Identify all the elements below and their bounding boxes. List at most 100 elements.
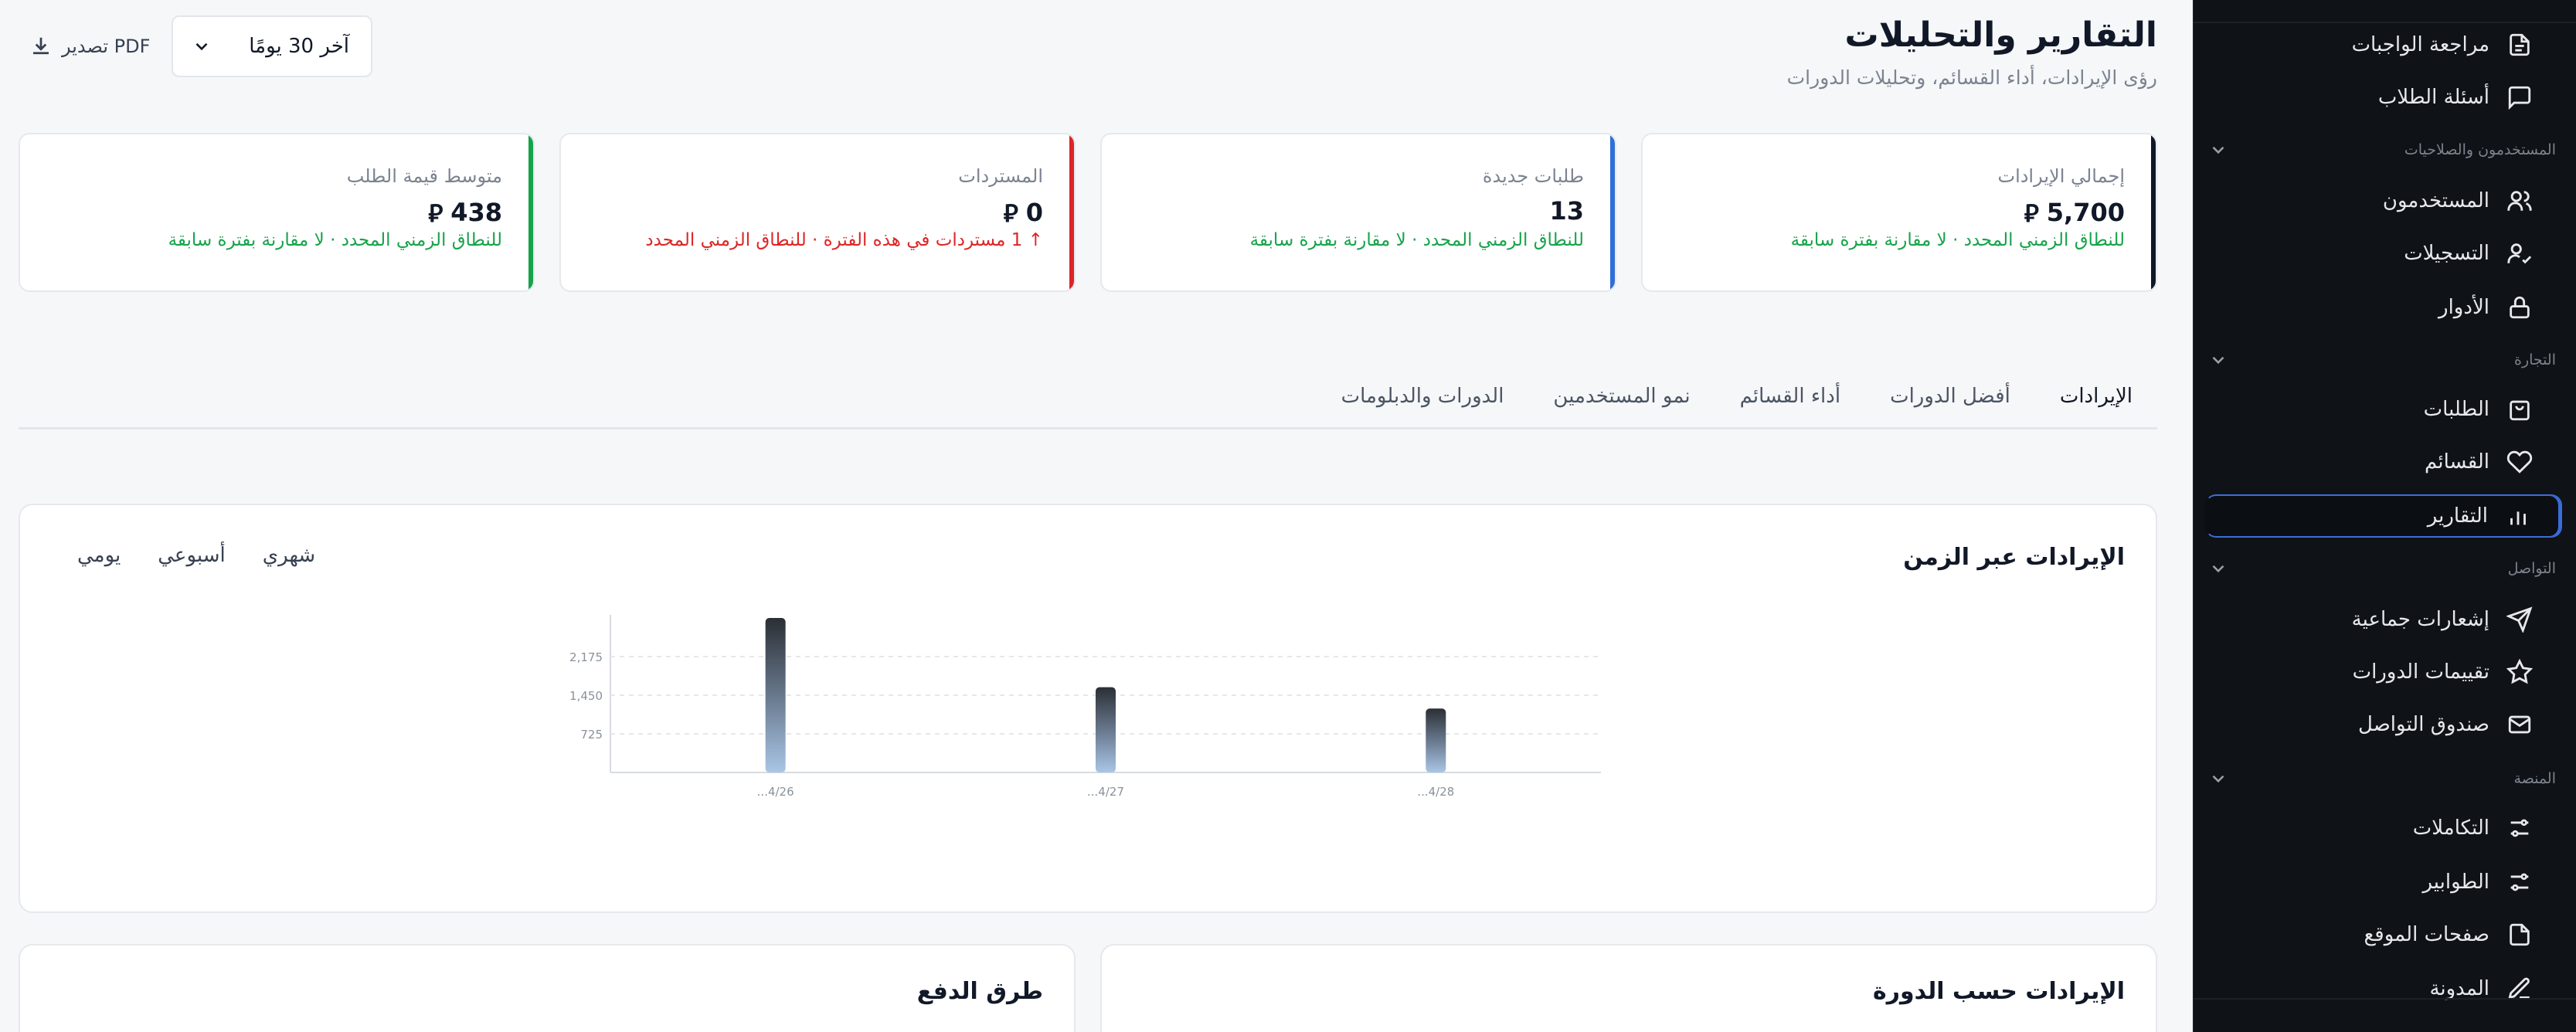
- chart-bar: [765, 618, 786, 772]
- kpi-value: 5,700 ⃁: [2024, 196, 2125, 229]
- kpi-note: للنطاق الزمني المحدد · لا مقارنة بفترة س…: [168, 230, 502, 250]
- sidebar-item-label: تقييمات الدورات: [2352, 660, 2489, 684]
- sidebar-section-commerce[interactable]: التجارة: [2208, 345, 2556, 375]
- kpi-note: للنطاق الزمني المحدد · لا مقارنة بفترة س…: [1790, 230, 2125, 250]
- tab-coupon-performance[interactable]: أداء القسائم: [1715, 369, 1865, 423]
- kpi-value-number: 13: [1549, 196, 1584, 226]
- kpi-note: للنطاق الزمني المحدد · لا مقارنة بفترة س…: [1249, 230, 1584, 250]
- panel-title: طرق الدفع: [916, 978, 1043, 1005]
- kpi-card-refunds: المستردات 0 ⃁ ↑ 1 مستردات في هذه الفترة …: [559, 133, 1076, 292]
- tab-user-growth[interactable]: نمو المستخدمين: [1528, 369, 1715, 423]
- tab-courses-diplomas[interactable]: الدورات والدبلومات: [1317, 369, 1529, 423]
- sidebar-item-label: الأدوار: [2438, 296, 2489, 319]
- kpi-accent-bar: [1069, 134, 1074, 290]
- report-tabs: الإيرادات أفضل الدورات أداء القسائم نمو …: [19, 369, 2157, 429]
- user-check-icon: [2507, 243, 2532, 264]
- sidebar-item-broadcasts[interactable]: إشعارات جماعية: [2205, 598, 2562, 641]
- kpi-note: ↑ 1 مستردات في هذه الفترة · للنطاق الزمن…: [645, 230, 1043, 250]
- kpi-label: المستردات: [958, 165, 1043, 187]
- shopping-bag-icon: [2510, 400, 2530, 421]
- kpi-value: 438 ⃁: [428, 196, 502, 229]
- sidebar-item-student-questions[interactable]: أسئلة الطلاب: [2205, 76, 2562, 119]
- sidebar-item-integrations[interactable]: التكاملات: [2205, 806, 2562, 850]
- file-icon: [2510, 923, 2530, 946]
- sidebar-item-coupons[interactable]: القسائم: [2205, 440, 2562, 484]
- heart-icon: [2506, 450, 2533, 474]
- chevron-down-icon: [2212, 565, 2224, 573]
- kpi-value-number: 5,700: [2046, 198, 2125, 227]
- sidebar-section-communication[interactable]: التواصل: [2208, 553, 2556, 584]
- sidebar-item-label: أسئلة الطلاب: [2377, 86, 2489, 109]
- y-tick-label: 2,175: [569, 650, 603, 664]
- sidebar-item-queues[interactable]: الطوابير: [2205, 861, 2562, 904]
- sidebar-section-label: المستخدمون والصلاحيات: [2404, 141, 2556, 158]
- kpi-value-number: 0: [1025, 198, 1043, 227]
- chart-bar: [1426, 708, 1446, 772]
- panel-title: الإيرادات حسب الدورة: [1873, 978, 2125, 1005]
- lock-icon: [2510, 296, 2530, 319]
- download-icon: [33, 37, 49, 55]
- sidebar-item-label: التقارير: [2427, 504, 2488, 528]
- sidebar-item-users[interactable]: المستخدمون: [2205, 179, 2562, 222]
- sidebar-section-platform[interactable]: المنصة: [2208, 763, 2556, 794]
- chevron-down-icon: [2212, 356, 2224, 365]
- revenue-over-time-panel: الإيرادات عبر الزمن يومي أسبوعي شهري 725…: [19, 504, 2157, 913]
- sidebar-item-roles[interactable]: الأدوار: [2205, 286, 2562, 329]
- sidebar-item-label: التسجيلات: [2404, 242, 2489, 265]
- kpi-card-total-revenue: إجمالي الإيرادات 5,700 ⃁ للنطاق الزمني ا…: [1641, 133, 2157, 292]
- kpi-value-number: 438: [450, 198, 502, 227]
- chart-bar: [1096, 687, 1116, 772]
- sidebar-item-contact-inbox[interactable]: صندوق التواصل: [2205, 703, 2562, 746]
- sidebar-item-enrollments[interactable]: التسجيلات: [2205, 232, 2562, 275]
- riyal-icon: ⃁: [1003, 199, 1018, 228]
- sidebar-item-label: إشعارات جماعية: [2351, 608, 2489, 631]
- sidebar-item-assignments-review[interactable]: مراجعة الواجبات: [2205, 23, 2562, 66]
- sidebar-item-label: المدونة: [2429, 977, 2489, 1000]
- kpi-label: متوسط قيمة الطلب: [346, 165, 502, 187]
- sidebar-section-label: المنصة: [2513, 770, 2556, 787]
- export-pdf-button[interactable]: PDF تصدير: [29, 28, 150, 65]
- users-icon: [2507, 191, 2532, 211]
- star-icon: [2506, 659, 2533, 684]
- file-icon: [2510, 33, 2530, 56]
- sidebar-item-orders[interactable]: الطلبات: [2205, 388, 2562, 431]
- date-range-select[interactable]: آخر 30 يومًا: [172, 15, 372, 77]
- sidebar: مراجعة الواجبات أسئلة الطلاب المستخدمون …: [2193, 0, 2576, 1032]
- sidebar-item-label: التكاملات: [2412, 816, 2489, 840]
- chevron-down-icon: [2212, 146, 2224, 154]
- mail-icon: [2508, 715, 2531, 734]
- x-tick-label: ...4/27: [1087, 785, 1124, 799]
- date-range-value: آخر 30 يومًا: [249, 35, 349, 58]
- kpi-value: 13: [1549, 196, 1584, 226]
- kpi-label: إجمالي الإيرادات: [1997, 165, 2125, 187]
- sidebar-section-users[interactable]: المستخدمون والصلاحيات: [2208, 134, 2556, 165]
- page-title: التقارير والتحليلات: [1844, 15, 2157, 55]
- sidebar-section-label: التواصل: [2507, 560, 2556, 577]
- main-content: التقارير والتحليلات رؤى الإيرادات، أداء …: [0, 0, 2193, 1032]
- riyal-icon: ⃁: [428, 199, 443, 228]
- tab-top-courses[interactable]: أفضل الدورات: [1865, 369, 2035, 423]
- sidebar-item-label: الطلبات: [2423, 398, 2489, 421]
- kpi-value: 0 ⃁: [1004, 196, 1043, 229]
- sidebar-divider: [2194, 998, 2576, 1000]
- sidebar-item-site-pages[interactable]: صفحات الموقع: [2205, 913, 2562, 956]
- sidebar-section-label: التجارة: [2514, 351, 2556, 368]
- x-tick-label: ...4/26: [757, 785, 794, 799]
- kpi-accent-bar: [2151, 134, 2156, 290]
- sidebar-item-course-reviews[interactable]: تقييمات الدورات: [2205, 650, 2562, 694]
- sidebar-item-blog[interactable]: المدونة: [2205, 967, 2562, 1010]
- sidebar-item-label: القسائم: [2425, 450, 2489, 474]
- tab-revenue[interactable]: الإيرادات: [2035, 369, 2157, 423]
- payment-methods-panel: طرق الدفع: [19, 944, 1076, 1032]
- chevron-down-icon: [2212, 775, 2224, 783]
- kpi-card-avg-order-value: متوسط قيمة الطلب 438 ⃁ للنطاق الزمني الم…: [19, 133, 535, 292]
- kpi-label: طلبات جديدة: [1482, 165, 1584, 187]
- chevron-down-icon: [195, 42, 208, 51]
- sidebar-item-label: صندوق التواصل: [2358, 713, 2489, 736]
- revenue-chart: 725 1,450 2,175 ...4/26 ...4/27 ...4/28: [569, 615, 1601, 799]
- bar-chart-icon: [2510, 511, 2526, 525]
- sidebar-item-reports[interactable]: التقارير: [2205, 494, 2562, 538]
- kpi-card-new-orders: طلبات جديدة 13 للنطاق الزمني المحدد · لا…: [1100, 133, 1616, 292]
- page-subtitle: رؤى الإيرادات، أداء القسائم، وتحليلات ال…: [1786, 66, 2157, 89]
- sliders-icon: [2510, 819, 2529, 837]
